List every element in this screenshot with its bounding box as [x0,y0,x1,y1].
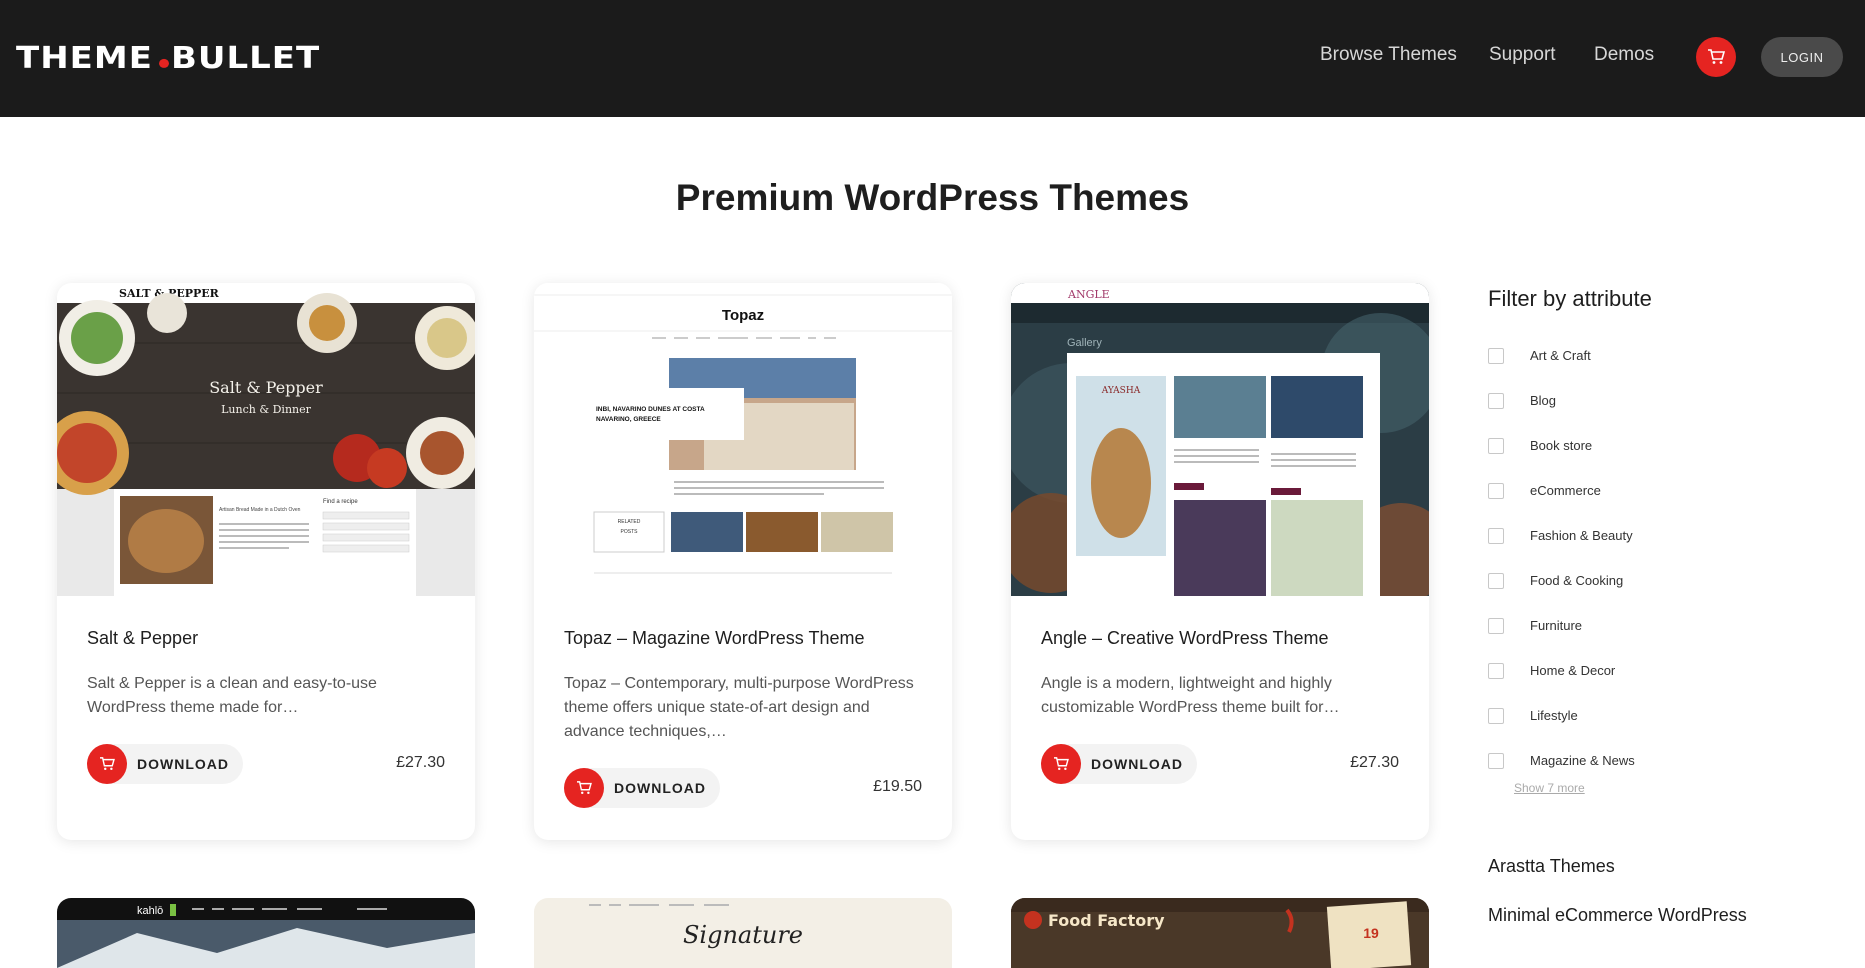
checkbox[interactable] [1488,347,1504,364]
filter-label: Fashion & Beauty [1530,528,1633,543]
theme-thumbnail-angle[interactable]: ANGLE Gallery AYASHA [1011,283,1429,596]
checkbox[interactable] [1488,752,1504,769]
filter-title: Filter by attribute [1488,286,1652,311]
filter-item[interactable]: Home & Decor [1488,648,1635,693]
download-label: DOWNLOAD [137,756,229,772]
logo-text-right: BULLET [170,40,321,76]
card-title[interactable]: Angle – Creative WordPress Theme [1041,628,1328,649]
svg-text:INBI, NAVARINO DUNES AT COSTA: INBI, NAVARINO DUNES AT COSTA [596,406,705,413]
download-button[interactable]: DOWNLOAD [1041,744,1197,784]
logo-dot [158,58,169,68]
nav-browse-themes[interactable]: Browse Themes [1320,44,1457,66]
filter-label: eCommerce [1530,483,1601,498]
cart-icon [1041,744,1081,784]
checkbox[interactable] [1488,662,1504,679]
theme-thumbnail-kahlo[interactable]: kahlō [57,898,475,968]
thumb-brand: Food Factory [1048,911,1165,930]
checkbox[interactable] [1488,707,1504,724]
checkbox[interactable] [1488,392,1504,409]
nav-support[interactable]: Support [1489,44,1556,66]
filter-item[interactable]: Fashion & Beauty [1488,513,1635,558]
thumb-brand: Signature [683,921,803,949]
cart-icon [87,744,127,784]
thumb-brand: kahlō [137,905,163,917]
header-cart-button[interactable] [1696,37,1736,77]
thumb-hero-title: Salt & Pepper [209,378,323,397]
filter-label: Book store [1530,438,1593,453]
card-description: Topaz – Contemporary, multi-purpose Word… [564,675,914,740]
price: £19.50 [873,778,922,795]
download-button[interactable]: DOWNLOAD [564,768,720,808]
filter-label: Home & Decor [1530,663,1616,678]
thumb-badge-number: 19 [1363,925,1379,941]
filter-item[interactable]: Blog [1488,378,1635,423]
svg-text:NAVARINO, GREECE: NAVARINO, GREECE [596,416,661,423]
card-description: Salt & Pepper is a clean and easy-to-use… [87,675,377,716]
filter-item[interactable]: Book store [1488,423,1635,468]
checkbox[interactable] [1488,482,1504,499]
card-description: Angle is a modern, lightweight and highl… [1041,675,1340,716]
filter-label: Furniture [1530,618,1583,633]
cart-icon [564,768,604,808]
checkbox[interactable] [1488,527,1504,544]
filter-label: Magazine & News [1530,753,1635,768]
checkbox[interactable] [1488,572,1504,589]
filter-item[interactable]: Food & Cooking [1488,558,1635,603]
show-more-link[interactable]: Show 7 more [1514,781,1585,795]
checkbox[interactable] [1488,617,1504,634]
sidebar-link-arastta[interactable]: Arastta Themes [1488,856,1615,877]
card-title[interactable]: Salt & Pepper [87,628,198,649]
filter-item[interactable]: Magazine & News [1488,738,1635,783]
card-title[interactable]: Topaz – Magazine WordPress Theme [564,628,864,649]
svg-text:RELATED: RELATED [618,519,641,525]
thumb-brand: Topaz [722,307,764,324]
checkbox[interactable] [1488,437,1504,454]
filter-label: Food & Cooking [1530,573,1624,588]
thumb-section: Gallery [1067,337,1102,349]
download-button[interactable]: DOWNLOAD [87,744,243,784]
login-button[interactable]: LOGIN [1761,37,1843,77]
filter-item[interactable]: Furniture [1488,603,1635,648]
thumb-post-title: Artisan Bread Made in a Dutch Oven [219,507,301,513]
filter-item[interactable]: eCommerce [1488,468,1635,513]
theme-thumbnail-topaz[interactable]: Topaz INBI, NAVARINO DUNES AT COSTA NAVA… [534,283,952,596]
logo-text-left: THEME [16,40,153,76]
filter-list: Art & Craft Blog Book store eCommerce Fa… [1488,333,1635,783]
filter-label: Blog [1530,393,1557,408]
nav-demos[interactable]: Demos [1594,44,1654,66]
filter-label: Lifestyle [1530,708,1578,723]
product-card: Topaz INBI, NAVARINO DUNES AT COSTA NAVA… [534,283,952,840]
download-label: DOWNLOAD [614,780,706,796]
product-card: SALT & PEPPER Salt & Pepper Lunch & Dinn… [57,283,475,840]
download-label: DOWNLOAD [1091,756,1183,772]
price: £27.30 [396,754,445,771]
cart-icon [1708,49,1725,64]
theme-thumbnail-food-factory[interactable]: Food Factory 19 [1011,898,1429,968]
theme-thumbnail-salt-pepper[interactable]: SALT & PEPPER Salt & Pepper Lunch & Dinn… [57,283,475,596]
svg-text:POSTS: POSTS [621,529,639,535]
site-logo[interactable]: THEME BULLET [16,40,320,76]
thumb-brand: ANGLE [1067,288,1110,301]
theme-thumbnail-signature[interactable]: Signature [534,898,952,968]
product-card: ANGLE Gallery AYASHA Angle – Creative Wo… [1011,283,1429,840]
site-header: THEME BULLET Browse Themes Support Demos … [0,0,1865,117]
filter-item[interactable]: Lifestyle [1488,693,1635,738]
filter-label: Art & Craft [1530,348,1591,363]
thumb-widget-title: Find a recipe [323,499,358,505]
filter-item[interactable]: Art & Craft [1488,333,1635,378]
sidebar-link-minimal-ecommerce[interactable]: Minimal eCommerce WordPress [1488,905,1747,926]
svg-text:AYASHA: AYASHA [1101,386,1141,396]
page-title: Premium WordPress Themes [675,177,1190,218]
price: £27.30 [1350,754,1399,771]
thumb-hero-sub: Lunch & Dinner [221,403,312,416]
